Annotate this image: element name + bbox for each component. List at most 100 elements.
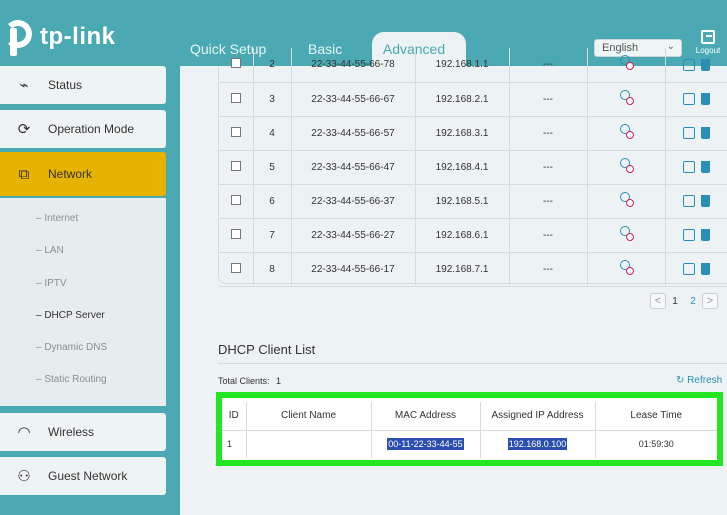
row-checkbox[interactable] xyxy=(219,150,254,185)
divider xyxy=(218,363,727,364)
row-number: 6 xyxy=(253,184,292,219)
checkbox[interactable] xyxy=(230,262,241,273)
row-number: 8 xyxy=(253,252,292,287)
tplink-logo-icon xyxy=(0,18,36,56)
prev-page-button[interactable]: < xyxy=(650,293,666,309)
table-row: 8 22-33-44-55-66-17 192.168.7.1 --- xyxy=(219,252,727,287)
checkbox[interactable] xyxy=(230,194,241,205)
column-header: Client Name xyxy=(246,402,372,431)
status-toggle[interactable] xyxy=(587,116,666,151)
row-ip: 192.168.1.1 xyxy=(415,48,510,83)
column-header: MAC Address xyxy=(371,402,481,431)
row-checkbox[interactable] xyxy=(219,184,254,219)
network-submenu: – Internet – LAN – IPTV – DHCP Server – … xyxy=(0,198,166,406)
row-checkbox[interactable] xyxy=(219,82,254,117)
row-number: 4 xyxy=(253,116,292,151)
edit-icon[interactable] xyxy=(683,161,696,173)
row-ip: 192.168.6.1 xyxy=(415,218,510,253)
client-ip: 192.168.0.100 xyxy=(507,438,568,451)
row-actions xyxy=(665,218,727,253)
disabled-bulb-icon[interactable] xyxy=(619,123,634,140)
checkbox[interactable] xyxy=(230,58,241,69)
client-list-highlight: ID Client Name MAC Address Assigned IP A… xyxy=(216,392,723,466)
column-header: ID xyxy=(222,402,247,431)
disabled-bulb-icon[interactable] xyxy=(619,259,634,276)
edit-icon[interactable] xyxy=(683,93,696,105)
checkbox[interactable] xyxy=(230,126,241,137)
disabled-bulb-icon[interactable] xyxy=(619,225,634,242)
sidebar-item-guest-network[interactable]: ⚇ Guest Network xyxy=(0,457,166,495)
sidebar-item-wireless[interactable]: ◠ Wireless xyxy=(0,413,166,451)
refresh-button[interactable]: ↻ Refresh xyxy=(676,375,722,386)
sidebar: ⌁ Status ⟳ Operation Mode ⧉ Network – In… xyxy=(0,66,166,515)
table-row: 6 22-33-44-55-66-37 192.168.5.1 --- xyxy=(219,184,727,219)
row-ip: 192.168.7.1 xyxy=(415,252,510,287)
page-2[interactable]: 2 xyxy=(684,296,702,307)
row-mac: 22-33-44-55-66-47 xyxy=(291,150,416,185)
logout-icon xyxy=(701,30,715,44)
submenu-dhcp-server[interactable]: – DHCP Server xyxy=(36,310,105,321)
status-toggle[interactable] xyxy=(587,48,666,83)
row-actions xyxy=(665,48,727,83)
row-mac: 22-33-44-55-66-67 xyxy=(291,82,416,117)
row-actions xyxy=(665,252,727,287)
next-page-button[interactable]: > xyxy=(702,293,718,309)
status-toggle[interactable] xyxy=(587,184,666,219)
client-mac-cell: 00-11-22-33-44-55 xyxy=(371,430,481,458)
status-toggle[interactable] xyxy=(587,150,666,185)
trash-icon[interactable] xyxy=(701,127,711,139)
disabled-bulb-icon[interactable] xyxy=(619,89,634,106)
pulse-icon: ⌁ xyxy=(19,77,29,94)
column-header: Lease Time xyxy=(595,402,717,431)
row-actions xyxy=(665,82,727,117)
submenu-static-routing[interactable]: – Static Routing xyxy=(36,374,107,385)
cycle-icon: ⟳ xyxy=(17,121,31,138)
trash-icon[interactable] xyxy=(701,195,711,207)
edit-icon[interactable] xyxy=(683,229,696,241)
row-mac: 22-33-44-55-66-17 xyxy=(291,252,416,287)
submenu-dynamic-dns[interactable]: – Dynamic DNS xyxy=(36,342,107,353)
table-row: 3 22-33-44-55-66-67 192.168.2.1 --- xyxy=(219,82,727,117)
row-checkbox[interactable] xyxy=(219,252,254,287)
row-checkbox[interactable] xyxy=(219,48,254,83)
trash-icon[interactable] xyxy=(701,263,711,275)
submenu-lan[interactable]: – LAN xyxy=(36,245,64,256)
disabled-bulb-icon[interactable] xyxy=(619,191,634,208)
row-description: --- xyxy=(509,252,588,287)
checkbox[interactable] xyxy=(230,92,241,103)
sidebar-item-operation-mode[interactable]: ⟳ Operation Mode xyxy=(0,110,166,148)
row-actions xyxy=(665,184,727,219)
sidebar-item-network[interactable]: ⧉ Network xyxy=(0,152,166,196)
checkbox[interactable] xyxy=(230,160,241,171)
guests-icon: ⚇ xyxy=(17,468,31,485)
row-mac: 22-33-44-55-66-78 xyxy=(291,48,416,83)
submenu-iptv[interactable]: – IPTV xyxy=(36,278,67,289)
row-description: --- xyxy=(509,82,588,117)
refresh-label: Refresh xyxy=(687,375,723,386)
checkbox[interactable] xyxy=(230,228,241,239)
refresh-icon: ↻ xyxy=(676,375,685,386)
page-1[interactable]: 1 xyxy=(666,296,684,307)
trash-icon[interactable] xyxy=(701,161,711,173)
sidebar-item-label: Operation Mode xyxy=(48,122,135,136)
edit-icon[interactable] xyxy=(683,263,696,275)
sidebar-item-label: Status xyxy=(48,78,83,92)
status-toggle[interactable] xyxy=(587,218,666,253)
edit-icon[interactable] xyxy=(683,58,696,71)
trash-icon[interactable] xyxy=(701,93,711,105)
trash-icon[interactable] xyxy=(701,229,711,241)
sidebar-item-status[interactable]: ⌁ Status xyxy=(0,66,166,104)
section-title: DHCP Client List xyxy=(218,342,316,357)
row-mac: 22-33-44-55-66-57 xyxy=(291,116,416,151)
disabled-bulb-icon[interactable] xyxy=(619,55,634,71)
row-checkbox[interactable] xyxy=(219,116,254,151)
row-checkbox[interactable] xyxy=(219,218,254,253)
status-toggle[interactable] xyxy=(587,82,666,117)
edit-icon[interactable] xyxy=(683,195,696,207)
row-description: --- xyxy=(509,150,588,185)
submenu-internet[interactable]: – Internet xyxy=(36,213,78,224)
status-toggle[interactable] xyxy=(587,252,666,287)
disabled-bulb-icon[interactable] xyxy=(619,157,634,174)
trash-icon[interactable] xyxy=(701,58,711,71)
edit-icon[interactable] xyxy=(683,127,696,139)
